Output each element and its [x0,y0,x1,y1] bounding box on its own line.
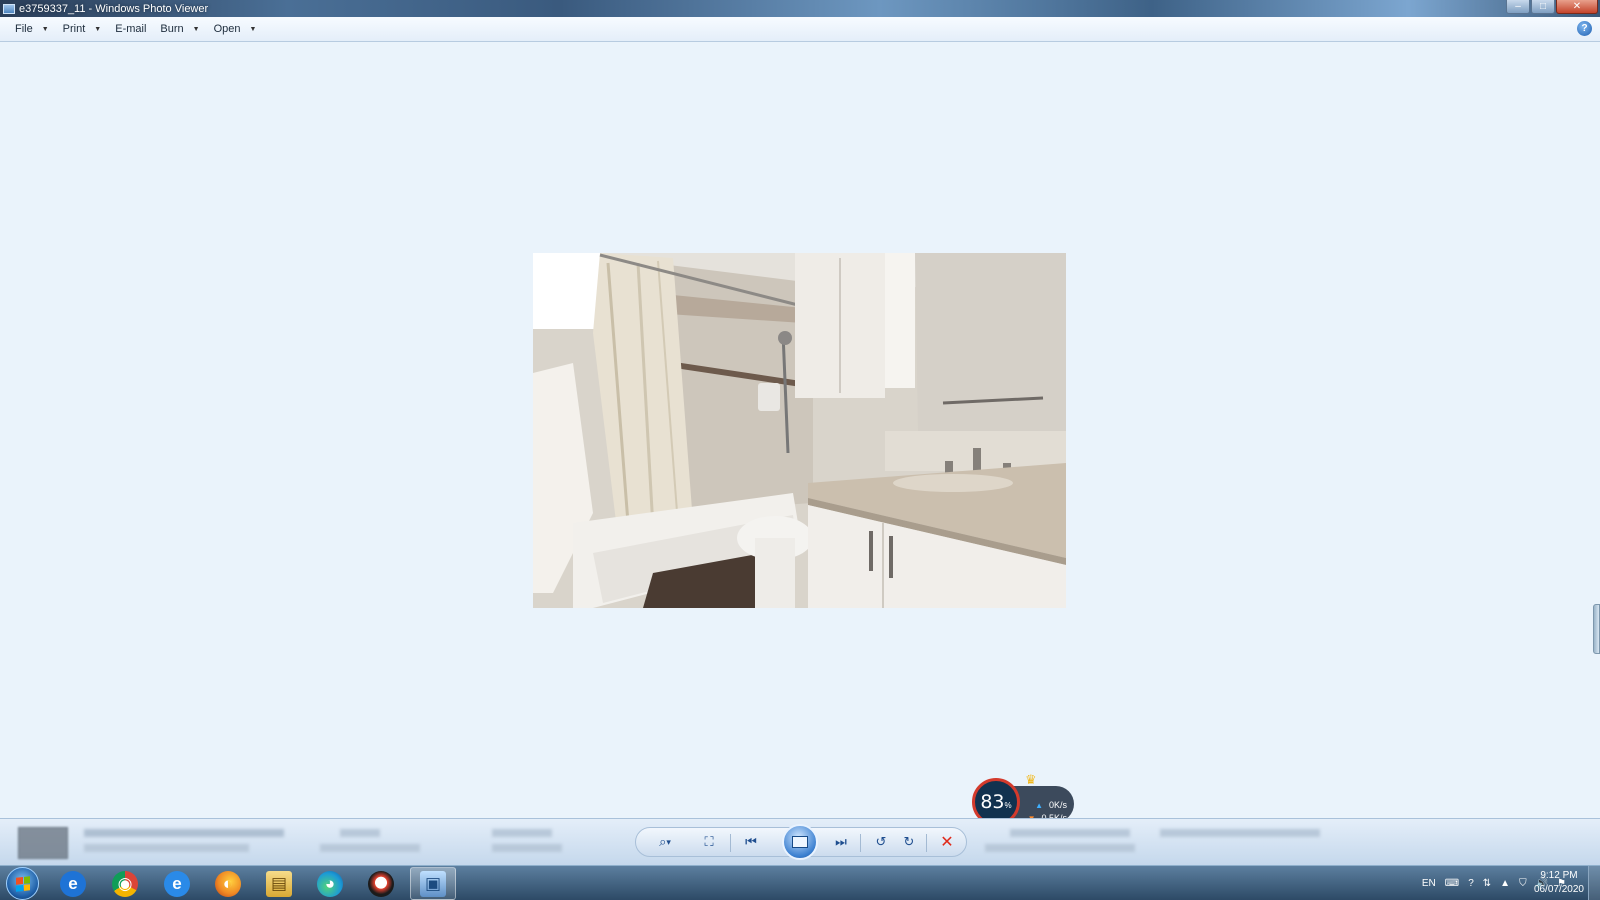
blurred-file-info [84,829,284,837]
network-icon[interactable]: ⇅ [1483,878,1491,889]
image-viewer [0,42,1600,818]
chrome-icon: ◉ [112,870,138,897]
folder-icon: ▤ [266,870,292,897]
language-indicator[interactable]: EN [1422,878,1436,889]
blurred-file-info [492,829,552,837]
actual-size-icon: ⛶ [704,834,714,849]
blurred-file-info [1010,829,1130,837]
window-title: e3759337_11 - Windows Photo Viewer [19,2,209,15]
photo-viewer-icon [3,3,15,14]
taskbar-app-ie[interactable]: e [50,867,96,900]
thumbnail-preview [18,827,68,859]
menu-file[interactable]: File ▼ [8,19,56,39]
percent-sign: % [1004,800,1012,810]
previous-icon: ⏮ [745,834,757,849]
memory-percent: 83 [980,791,1005,813]
playback-controls: ⌕ ▾ ⛶ ⏮ ⏭ ↺ ↻ ✕ [635,824,967,860]
menu-email[interactable]: E-mail [108,19,153,39]
bathroom-photo [533,253,1066,608]
upload-rate-value: 0K/s [1048,800,1067,810]
rotate-ccw-icon: ↺ [875,834,887,849]
zoom-button[interactable]: ⌕ ▾ [654,833,676,851]
rotate-clockwise-button[interactable]: ↻ [898,833,920,851]
separator [860,834,861,852]
rotate-cw-icon: ↻ [903,834,915,849]
taskbar: e ◉ e ◐ ▤ ◕ ◔ ▣ EN ⌨ ? ⇅ ▲ ⛉ 🔊 ⚑ 9:12 PM… [0,865,1600,900]
windows-logo-icon [16,876,30,892]
photo-viewer-icon: ▣ [420,870,446,897]
help-icon[interactable]: ? [1577,21,1592,36]
blurred-file-info [492,844,562,852]
blurred-file-info [340,829,380,837]
menu-file-label: File [15,23,33,35]
blurred-file-info [320,844,420,852]
slideshow-icon [792,836,808,848]
taskbar-app-photo-viewer[interactable]: ▣ [410,867,456,900]
taskbar-app-edge[interactable]: ◕ [307,867,353,900]
internet-explorer-icon: e [164,870,190,897]
firefox-icon: ◐ [215,870,241,897]
rotate-counterclockwise-button[interactable]: ↺ [870,833,892,851]
menu-bar: File ▼ Print ▼ E-mail Burn ▼ Open ▼ ? [0,17,1600,42]
system-clock[interactable]: 9:12 PM 06/07/2020 [1534,869,1584,897]
window-controls: – □ ✕ [1505,0,1598,15]
maximize-button[interactable]: □ [1531,0,1555,14]
previous-button[interactable]: ⏮ [740,833,762,851]
security-shield-icon[interactable]: ⛉ [1519,878,1527,889]
internet-explorer-icon: e [60,870,86,897]
delete-icon: ✕ [940,834,954,851]
start-button[interactable] [6,867,39,900]
blurred-file-info [84,844,249,852]
close-button[interactable]: ✕ [1556,0,1598,14]
edge-icon: ◕ [317,870,343,897]
clock-date: 06/07/2020 [1533,884,1584,895]
chevron-down-icon: ▼ [192,25,200,33]
separator [926,834,927,852]
menu-open-label: Open [213,23,241,35]
crown-icon: ♛ [1025,772,1037,787]
menu-open[interactable]: Open ▼ [207,19,264,39]
show-desktop-button[interactable] [1588,866,1600,900]
upload-arrow-icon: ▲ [1035,800,1043,810]
clock-time: 9:12 PM [1540,870,1578,881]
separator [730,834,731,852]
taskbar-app-ie2[interactable]: e [154,867,200,900]
minimize-button[interactable]: – [1506,0,1530,14]
help-icon[interactable]: ? [1468,878,1474,889]
zoom-icon: ⌕ [659,834,667,849]
control-bar: ⌕ ▾ ⛶ ⏮ ⏭ ↺ ↻ ✕ [0,818,1600,865]
title-bar: e3759337_11 - Windows Photo Viewer – □ ✕ [0,0,1600,17]
keyboard-icon[interactable]: ⌨ [1445,878,1459,889]
taskbar-app-qq[interactable]: ◔ [358,867,404,900]
taskbar-app-firefox[interactable]: ◐ [205,867,251,900]
chevron-down-icon: ▼ [249,25,257,33]
bathroom-illustration [533,253,1066,608]
upload-rate: ▲ 0K/s [1035,800,1067,810]
next-button[interactable]: ⏭ [830,833,852,851]
taskbar-app-file-explorer[interactable]: ▤ [256,867,302,900]
actual-size-button[interactable]: ⛶ [698,833,720,851]
taskbar-app-chrome[interactable]: ◉ [102,867,148,900]
delete-button[interactable]: ✕ [936,833,958,851]
next-icon: ⏭ [835,834,847,849]
side-resize-handle[interactable] [1593,604,1600,654]
menu-burn[interactable]: Burn ▼ [153,19,206,39]
menu-burn-label: Burn [160,23,184,35]
chevron-down-icon: ▾ [666,836,671,847]
menu-email-label: E-mail [115,23,147,35]
chevron-down-icon: ▼ [41,25,49,33]
blurred-file-info [985,844,1135,852]
menu-print-label: Print [62,23,86,35]
chevron-down-icon: ▼ [94,25,102,33]
qq-icon: ◔ [368,870,394,897]
blurred-file-info [1160,829,1320,837]
slideshow-button[interactable] [782,824,818,860]
menu-print[interactable]: Print ▼ [56,19,109,39]
show-hidden-icons-icon[interactable]: ▲ [1500,878,1510,889]
